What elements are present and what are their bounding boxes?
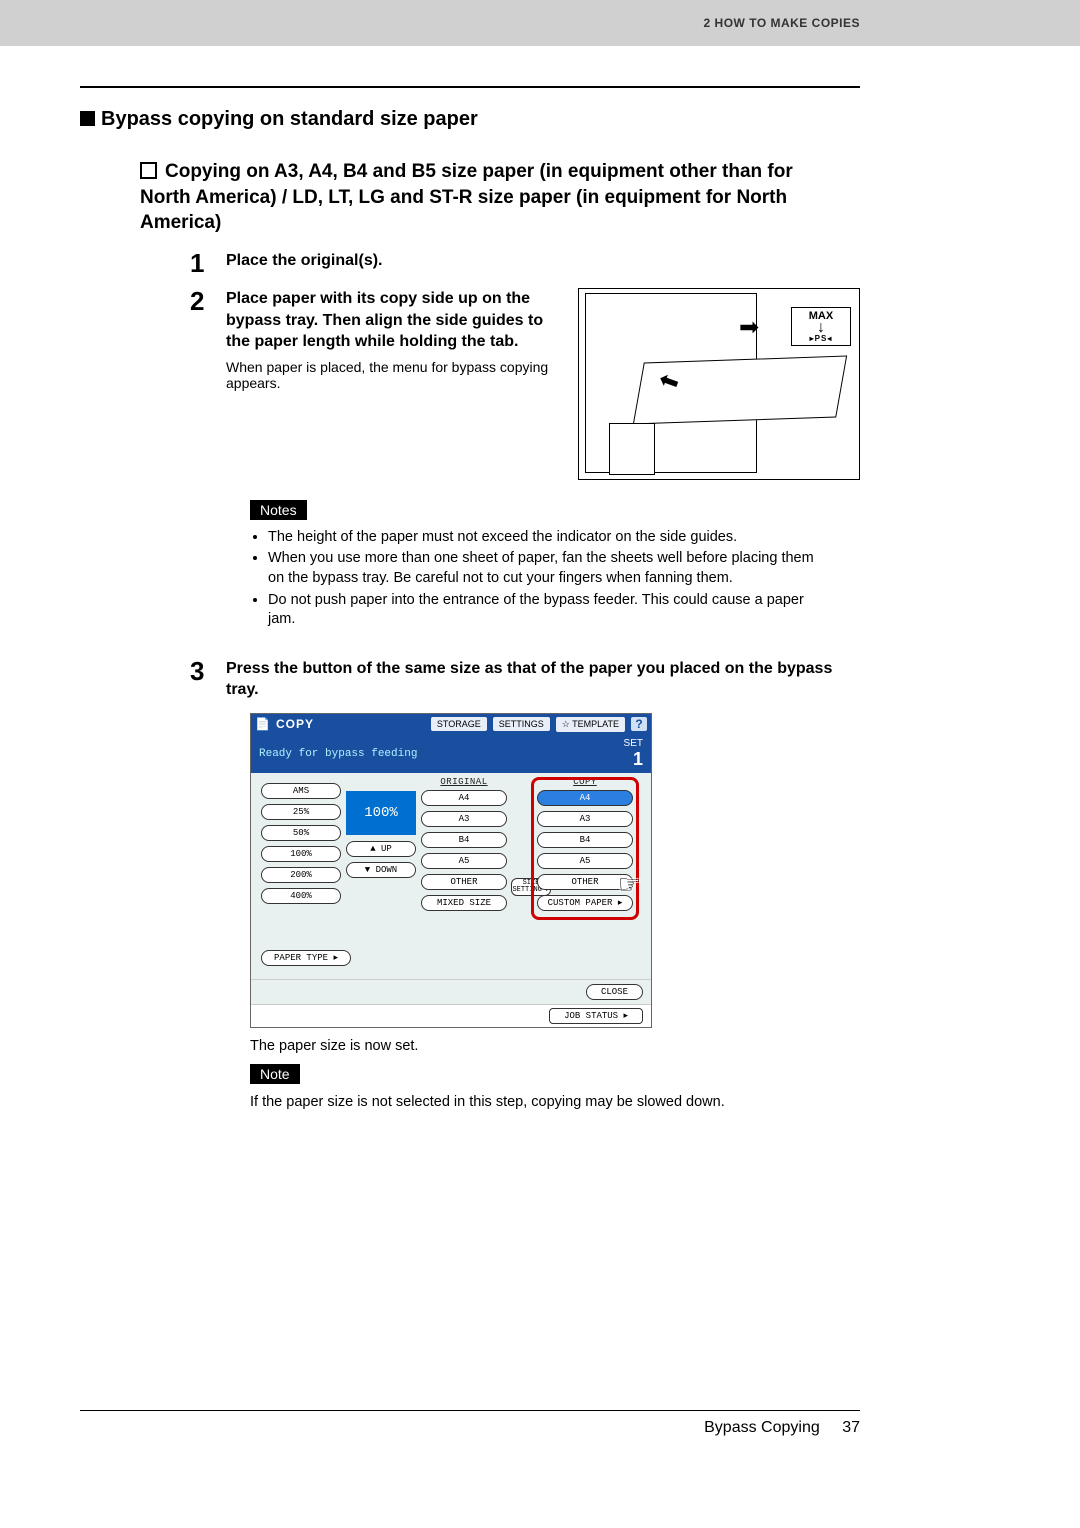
original-a4-button[interactable]: A4 bbox=[421, 790, 507, 806]
lcd-titlebar: 📄 COPY STORAGE SETTINGS ☆ TEMPLATE ? bbox=[251, 714, 651, 735]
lcd-panel: 📄 COPY STORAGE SETTINGS ☆ TEMPLATE ? Rea… bbox=[250, 713, 652, 1028]
paper-type-button[interactable]: PAPER TYPE ▸ bbox=[261, 950, 351, 966]
zoom-ams-button[interactable]: AMS bbox=[261, 783, 341, 799]
zoom-50-button[interactable]: 50% bbox=[261, 825, 341, 841]
lcd-workarea: AMS 25% 50% 100% 200% 400% 100% ▲ UP ▼ D… bbox=[251, 773, 651, 979]
original-header: ORIGINAL bbox=[421, 777, 507, 787]
section-heading: Bypass copying on standard size paper bbox=[80, 108, 860, 131]
zoom-percent: 100% bbox=[346, 791, 416, 835]
lcd-statusbar: Ready for bypass feeding SET1 bbox=[251, 735, 651, 773]
page-footer: Bypass Copying 37 bbox=[80, 1410, 860, 1467]
chapter-title: 2 HOW TO MAKE COPIES bbox=[704, 16, 860, 30]
set-count: 1 bbox=[633, 749, 643, 769]
step-title: Place paper with its copy side up on the… bbox=[226, 288, 558, 353]
note-text: If the paper size is not selected in thi… bbox=[250, 1094, 860, 1110]
down-arrow-icon: ↓ bbox=[792, 322, 850, 334]
hand-cursor-icon: ☞ bbox=[618, 869, 641, 900]
zoom-down-button[interactable]: ▼ DOWN bbox=[346, 862, 416, 878]
note-block: Note bbox=[250, 1064, 860, 1084]
help-button[interactable]: ? bbox=[631, 717, 647, 731]
job-status-button[interactable]: JOB STATUS ▸ bbox=[549, 1008, 643, 1024]
page-body: 2 Bypass copying on standard size paper … bbox=[0, 46, 1080, 1110]
note-item: The height of the paper must not exceed … bbox=[268, 528, 820, 548]
step-description: When paper is placed, the menu for bypas… bbox=[226, 359, 558, 391]
step-number: 2 bbox=[190, 288, 226, 480]
set-label: SET bbox=[624, 738, 643, 749]
after-panel-text: The paper size is now set. bbox=[250, 1038, 860, 1054]
step-title: Place the original(s). bbox=[226, 250, 860, 272]
max-indicator: MAX ↓ ▸PS◂ bbox=[791, 307, 851, 346]
footer-page: 37 bbox=[842, 1419, 860, 1436]
template-button[interactable]: ☆ TEMPLATE bbox=[556, 717, 625, 732]
notes-label: Notes bbox=[250, 500, 307, 520]
close-button[interactable]: CLOSE bbox=[586, 984, 643, 1000]
storage-button[interactable]: STORAGE bbox=[431, 717, 487, 731]
copy-header: COPY bbox=[537, 777, 633, 787]
step-title: Press the button of the same size as tha… bbox=[226, 658, 860, 701]
note-label: Note bbox=[250, 1064, 300, 1084]
note-item: When you use more than one sheet of pape… bbox=[268, 549, 820, 588]
section-title-text: Bypass copying on standard size paper bbox=[101, 108, 478, 130]
zoom-200-button[interactable]: 200% bbox=[261, 867, 341, 883]
copy-a4-button[interactable]: A4 bbox=[537, 790, 633, 806]
original-a5-button[interactable]: A5 bbox=[421, 853, 507, 869]
original-b4-button[interactable]: B4 bbox=[421, 832, 507, 848]
rule-top bbox=[80, 86, 860, 88]
notes-block: Notes bbox=[250, 500, 860, 520]
zoom-25-button[interactable]: 25% bbox=[261, 804, 341, 820]
copy-a3-button[interactable]: A3 bbox=[537, 811, 633, 827]
original-other-button[interactable]: OTHER bbox=[421, 874, 507, 890]
lcd-title: COPY bbox=[276, 717, 425, 731]
bullet-square-icon bbox=[80, 111, 95, 126]
step-3: 3 Press the button of the same size as t… bbox=[190, 658, 860, 701]
lcd-close-row: CLOSE bbox=[251, 979, 651, 1004]
zoom-100-button[interactable]: 100% bbox=[261, 846, 341, 862]
copy-a5-button[interactable]: A5 bbox=[537, 853, 633, 869]
settings-button[interactable]: SETTINGS bbox=[493, 717, 550, 731]
lcd-jobstatus-row: JOB STATUS ▸ bbox=[251, 1004, 651, 1027]
zoom-up-button[interactable]: ▲ UP bbox=[346, 841, 416, 857]
arrow-icon: ➡ bbox=[739, 313, 759, 342]
copy-b4-button[interactable]: B4 bbox=[537, 832, 633, 848]
step-number: 3 bbox=[190, 658, 226, 701]
zoom-400-button[interactable]: 400% bbox=[261, 888, 341, 904]
footer-title: Bypass Copying bbox=[704, 1419, 820, 1436]
status-text: Ready for bypass feeding bbox=[259, 748, 417, 760]
notes-list: The height of the paper must not exceed … bbox=[250, 528, 860, 630]
header-band: 2 HOW TO MAKE COPIES bbox=[0, 0, 1080, 46]
ps-label: ▸PS◂ bbox=[792, 334, 850, 343]
subsection-title-text: Copying on A3, A4, B4 and B5 size paper … bbox=[140, 161, 793, 233]
hollow-square-icon bbox=[140, 162, 157, 179]
copy-icon: 📄 bbox=[255, 717, 270, 731]
original-a3-button[interactable]: A3 bbox=[421, 811, 507, 827]
step-1: 1 Place the original(s). bbox=[190, 250, 860, 276]
step-number: 1 bbox=[190, 250, 226, 276]
step-2: 2 Place paper with its copy side up on t… bbox=[190, 288, 860, 480]
subsection-heading: Copying on A3, A4, B4 and B5 size paper … bbox=[140, 159, 830, 236]
note-item: Do not push paper into the entrance of t… bbox=[268, 591, 820, 630]
bypass-tray-illustration: ➡ ➡ ➡ MAX ↓ ▸PS◂ bbox=[578, 288, 860, 480]
original-mixed-button[interactable]: MIXED SIZE bbox=[421, 895, 507, 911]
hand-illustration bbox=[609, 423, 655, 475]
